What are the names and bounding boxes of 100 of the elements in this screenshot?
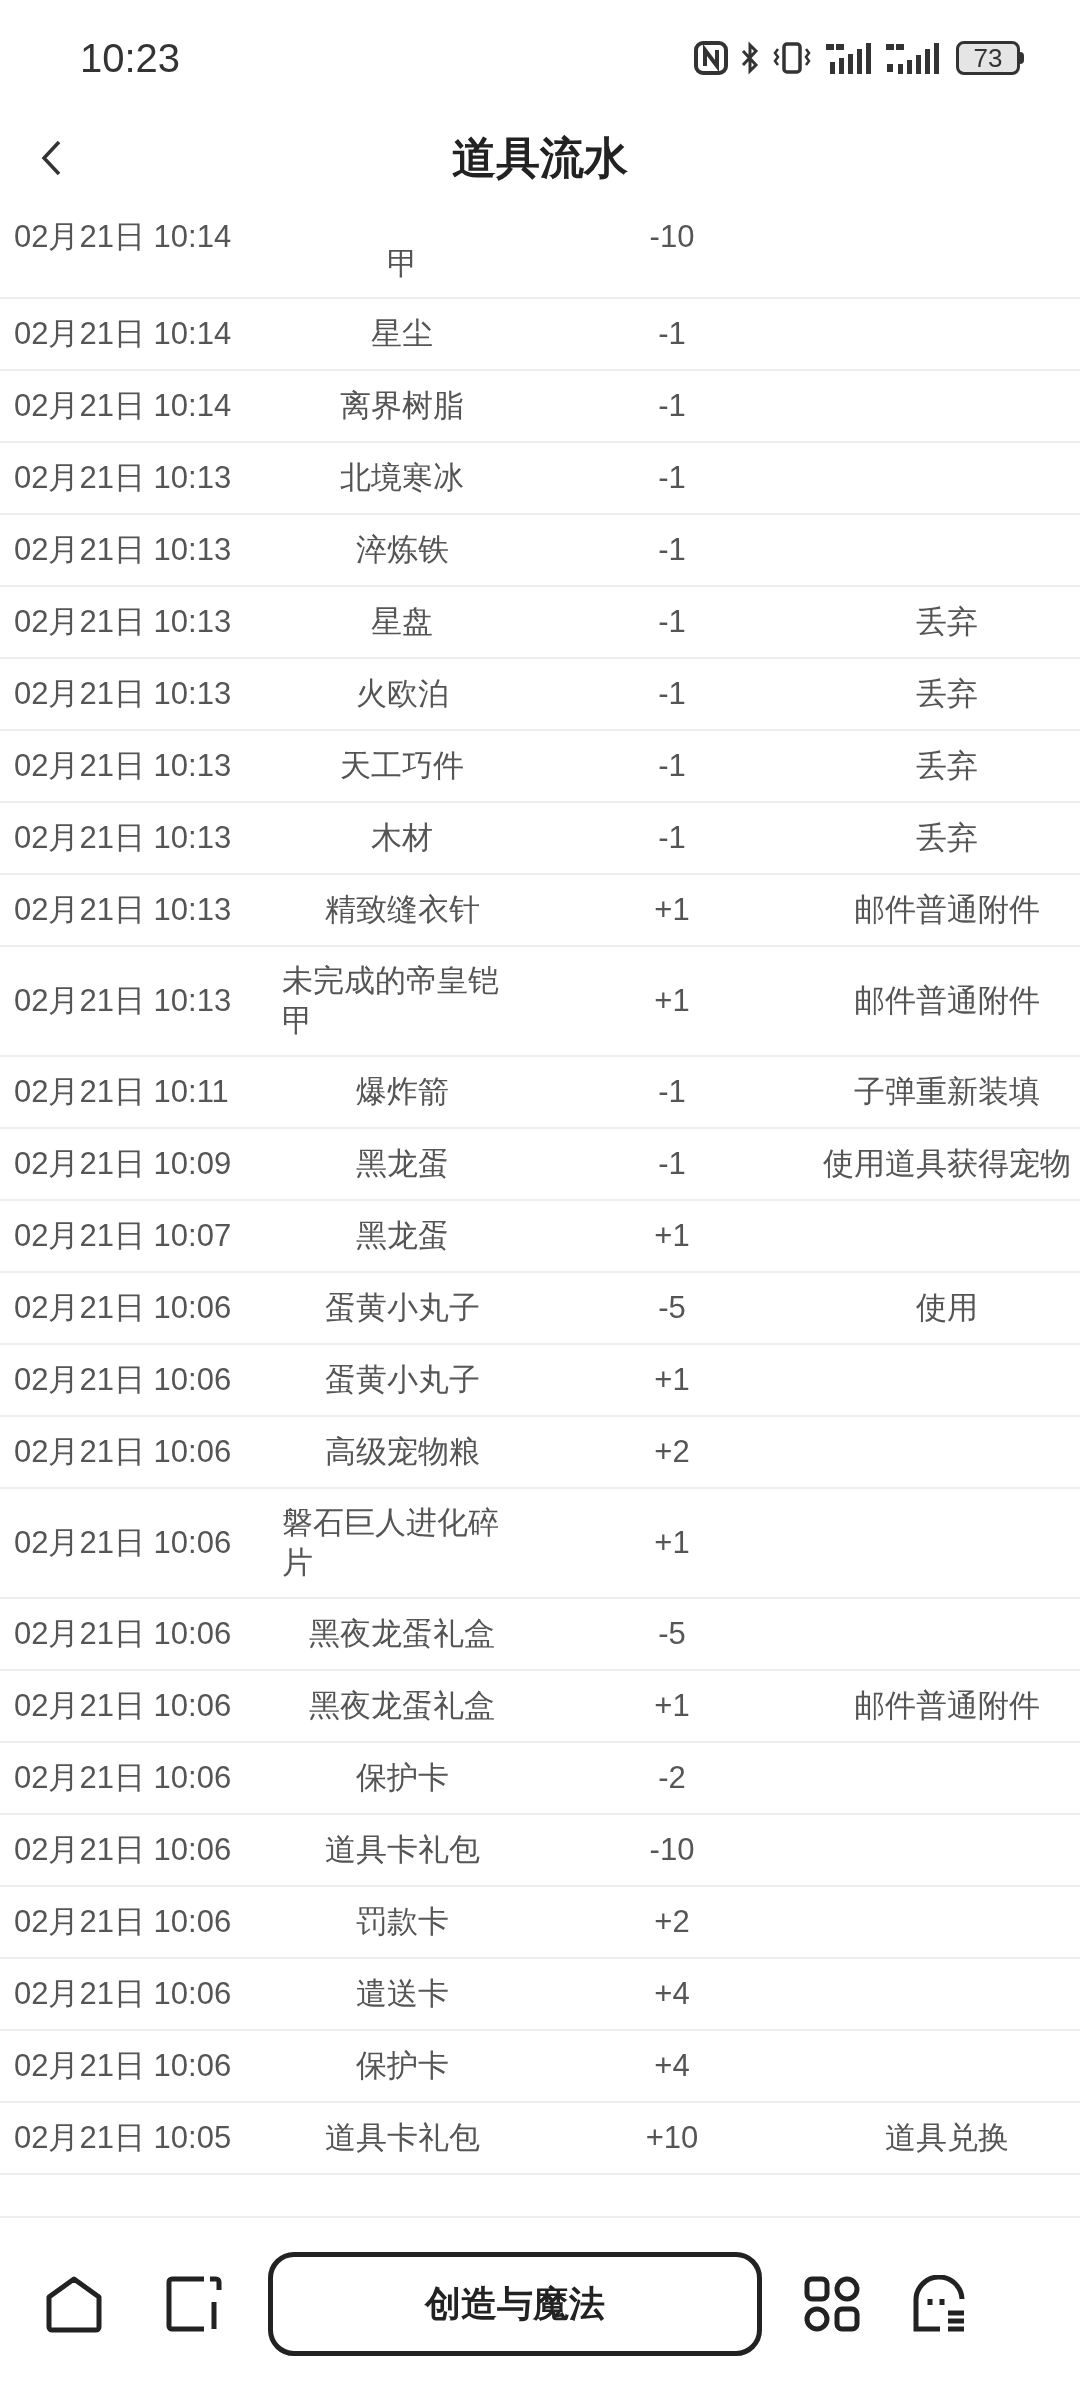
item-amount: +1 bbox=[654, 1525, 690, 1560]
item-name: 蛋黄小丸子 bbox=[324, 1361, 480, 1399]
record-time: 02月21日 10:09 bbox=[14, 1146, 232, 1181]
item-name: 淬炼铁 bbox=[355, 531, 449, 569]
item-amount: -10 bbox=[649, 1832, 695, 1867]
item-amount: +4 bbox=[654, 2048, 690, 2083]
nfc-icon bbox=[694, 41, 728, 75]
record-time: 02月21日 10:06 bbox=[14, 1904, 232, 1939]
item-name: 未完成的帝皇铠甲 bbox=[282, 962, 500, 1040]
record-note: 邮件普通附件 bbox=[854, 982, 1040, 1020]
record-time: 02月21日 10:06 bbox=[14, 1832, 232, 1867]
record-note: 使用道具获得宠物 bbox=[823, 1145, 1071, 1183]
item-amount: -1 bbox=[658, 532, 686, 567]
item-amount: -1 bbox=[658, 316, 686, 351]
item-name: 高级宠物粮 bbox=[324, 1433, 480, 1471]
record-note: 丢弃 bbox=[916, 819, 978, 857]
item-amount: -1 bbox=[658, 604, 686, 639]
item-name: 保护卡 bbox=[355, 2047, 449, 2085]
record-time: 02月21日 10:13 bbox=[14, 892, 232, 927]
item-name: 星盘 bbox=[371, 603, 433, 641]
record-note: 丢弃 bbox=[916, 675, 978, 713]
item-amount: +2 bbox=[654, 1434, 690, 1469]
record-time: 02月21日 10:07 bbox=[14, 1218, 232, 1253]
record-time: 02月21日 10:06 bbox=[14, 1976, 232, 2011]
record-time: 02月21日 10:13 bbox=[14, 983, 232, 1018]
item-amount: +2 bbox=[654, 1904, 690, 1939]
item-name: 火欧泊 bbox=[355, 675, 449, 713]
item-name: 蛋黄小丸子 bbox=[324, 1289, 480, 1327]
item-name: 黑夜龙蛋礼盒 bbox=[309, 1615, 495, 1653]
grid-icon[interactable] bbox=[804, 2276, 860, 2332]
record-time: 02月21日 10:06 bbox=[14, 1290, 232, 1325]
back-icon[interactable] bbox=[40, 139, 62, 177]
item-name: 磐石巨人进化碎片 bbox=[282, 1504, 500, 1582]
item-name: 罚款卡 bbox=[355, 1903, 449, 1941]
item-amount: -1 bbox=[658, 460, 686, 495]
item-name: 精致缝衣针 bbox=[324, 891, 480, 929]
record-time: 02月21日 10:13 bbox=[14, 532, 232, 567]
signal-icon bbox=[824, 40, 872, 76]
record-time: 02月21日 10:06 bbox=[14, 1434, 232, 1469]
item-amount: -5 bbox=[658, 1616, 686, 1651]
item-amount: +1 bbox=[654, 1688, 690, 1723]
item-amount: +1 bbox=[654, 892, 690, 927]
item-name: 爆炸箭 bbox=[355, 1073, 449, 1111]
home-icon[interactable] bbox=[44, 2275, 104, 2333]
record-time: 02月21日 10:06 bbox=[14, 1688, 232, 1723]
item-name: 星尘 bbox=[371, 315, 433, 353]
record-time: 02月21日 10:06 bbox=[14, 1760, 232, 1795]
record-time: 02月21日 10:14 bbox=[14, 219, 232, 254]
status-time: 10:23 bbox=[80, 35, 181, 82]
record-time: 02月21日 10:05 bbox=[14, 2120, 232, 2155]
item-amount: +4 bbox=[654, 1976, 690, 2011]
item-name: 离界树脂 bbox=[340, 387, 464, 425]
record-note: 子弹重新装填 bbox=[854, 1073, 1040, 1111]
item-name: 黑龙蛋 bbox=[355, 1145, 449, 1183]
record-note: 丢弃 bbox=[916, 603, 978, 641]
record-time: 02月21日 10:13 bbox=[14, 460, 232, 495]
item-amount: +10 bbox=[645, 2120, 699, 2155]
item-amount: -1 bbox=[658, 676, 686, 711]
record-note: 邮件普通附件 bbox=[854, 891, 1040, 929]
item-name: 甲 bbox=[386, 244, 418, 283]
record-time: 02月21日 10:14 bbox=[14, 316, 232, 351]
record-time: 02月21日 10:06 bbox=[14, 1362, 232, 1397]
item-name: 遣送卡 bbox=[355, 1975, 449, 2013]
item-amount: -1 bbox=[658, 1146, 686, 1181]
record-note: 使用 bbox=[916, 1289, 978, 1327]
item-name: 北境寒冰 bbox=[340, 459, 464, 497]
item-name: 黑夜龙蛋礼盒 bbox=[309, 1687, 495, 1725]
item-name: 木材 bbox=[371, 819, 433, 857]
item-amount: +1 bbox=[654, 983, 690, 1018]
record-time: 02月21日 10:06 bbox=[14, 1616, 232, 1651]
create-button[interactable]: 创造与魔法 bbox=[268, 2252, 762, 2356]
record-time: 02月21日 10:06 bbox=[14, 2048, 232, 2083]
item-amount: -1 bbox=[658, 820, 686, 855]
item-name: 保护卡 bbox=[355, 1759, 449, 1797]
item-name: 天工巧件 bbox=[340, 747, 464, 785]
record-time: 02月21日 10:13 bbox=[14, 676, 232, 711]
vibrate-icon bbox=[772, 41, 812, 75]
item-amount: -10 bbox=[649, 219, 695, 254]
item-amount: -1 bbox=[658, 388, 686, 423]
item-name: 道具卡礼包 bbox=[324, 2119, 480, 2157]
ghost-icon[interactable] bbox=[910, 2275, 966, 2333]
record-time: 02月21日 10:06 bbox=[14, 1525, 232, 1560]
record-time: 02月21日 10:13 bbox=[14, 604, 232, 639]
bluetooth-icon bbox=[740, 41, 760, 75]
record-note: 道具兑换 bbox=[885, 2119, 1009, 2157]
record-note: 丢弃 bbox=[916, 747, 978, 785]
battery-indicator: 73 bbox=[956, 41, 1024, 75]
record-time: 02月21日 10:14 bbox=[14, 388, 232, 423]
item-amount: -1 bbox=[658, 748, 686, 783]
item-name: 黑龙蛋 bbox=[355, 1217, 449, 1255]
item-amount: -1 bbox=[658, 1074, 686, 1109]
record-time: 02月21日 10:13 bbox=[14, 748, 232, 783]
item-amount: +1 bbox=[654, 1362, 690, 1397]
record-time: 02月21日 10:11 bbox=[14, 1074, 229, 1109]
record-time: 02月21日 10:13 bbox=[14, 820, 232, 855]
item-amount: +1 bbox=[654, 1218, 690, 1253]
item-amount: -5 bbox=[658, 1290, 686, 1325]
item-name: 道具卡礼包 bbox=[324, 1831, 480, 1869]
item-amount: -2 bbox=[658, 1760, 686, 1795]
page-title: 道具流水 bbox=[452, 132, 628, 184]
